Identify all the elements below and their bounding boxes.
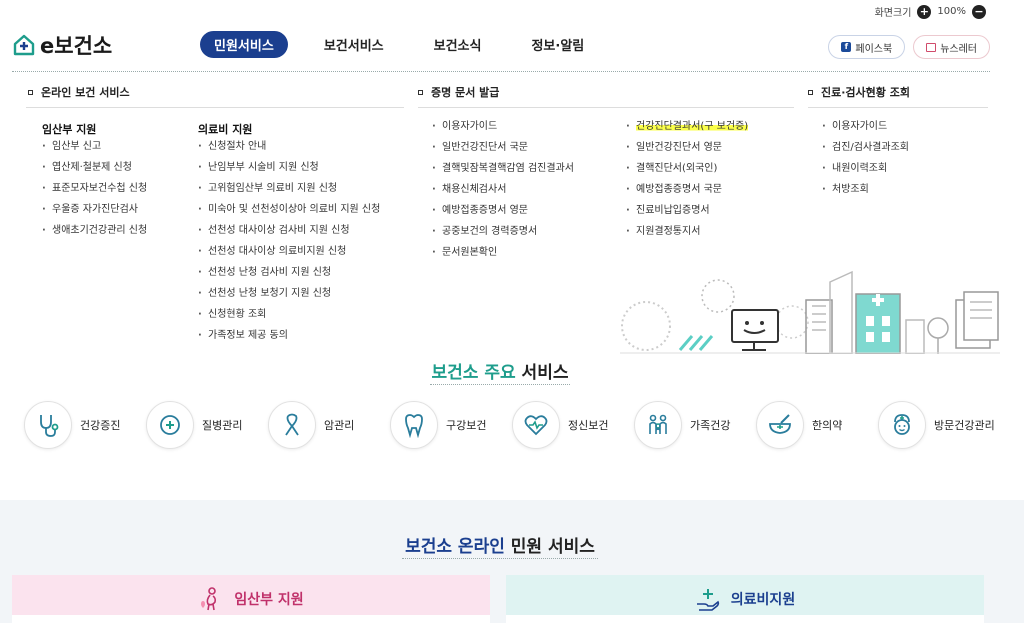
list-item[interactable]: 미숙아 및 선천성이상아 의료비 지원 신청 [198,199,380,220]
nav-info-notice[interactable]: 정보·알림 [517,31,598,58]
facebook-label: 페이스북 [855,43,893,55]
list-item[interactable]: 예방접종증명서 국문 [626,179,748,200]
col-divider [808,107,988,108]
heart-pulse-icon [512,401,560,449]
col-divider [26,107,404,108]
menu-col-online-service-title: 온라인 보건 서비스 [28,84,130,100]
logo-text: e보건소 [40,34,113,58]
list-item[interactable]: 임산부 신고 [42,136,147,157]
mega-menu: 온라인 보건 서비스 임산부 지원 임산부 신고 엽산제·철분제 신청 표준모자… [12,72,1000,354]
list-item[interactable]: 일반건강진단서 국문 [432,137,574,158]
list-item[interactable]: 신청절차 안내 [198,136,380,157]
list-item[interactable]: 공중보건의 경력증명서 [432,221,574,242]
family-icon [634,401,682,449]
zoom-out-button[interactable]: − [972,4,986,19]
nurse-icon [878,401,926,449]
card-medical-expense-support[interactable]: 의료비지원 [506,575,984,623]
service-family-health[interactable]: 가족건강 [634,401,756,449]
nav-civil-service[interactable]: 민원서비스 [200,31,288,58]
list-item[interactable]: 이용자가이드 [822,116,909,137]
list-item[interactable]: 가족정보 제공 동의 [198,325,380,346]
list-item[interactable]: 내원이력조회 [822,158,909,179]
list-item[interactable]: 선천성 대사이상 의료비지원 신청 [198,241,380,262]
disease-care-icon [146,401,194,449]
service-disease-control[interactable]: 질병관리 [146,401,268,449]
main-services-title: 보건소 주요 서비스 [431,363,569,383]
list-item[interactable]: 고위험임산부 의료비 지원 신청 [198,178,380,199]
city-hospital-illustration [620,270,1000,354]
list-item[interactable]: 결핵진단서(외국인) [626,158,748,179]
square-bullet-icon [28,89,33,95]
main-services-list: 건강증진 질병관리 암관리 구강보건 정신보건 가족건강 한의약 방문건강관리 [24,401,1000,449]
list-item[interactable]: 지원결정통지서 [626,221,748,242]
nav-health-service[interactable]: 보건서비스 [310,31,398,58]
service-cancer[interactable]: 암관리 [268,401,390,449]
list-item[interactable]: 선천성 난청 보청기 지원 신청 [198,283,380,304]
list-item[interactable]: 생애초기건강관리 신청 [42,220,147,241]
list-medical-support: 신청절차 안내 난임부부 시술비 지원 신청 고위험임산부 의료비 지원 신청 … [198,136,380,346]
list-item[interactable]: 예방접종증명서 영문 [432,200,574,221]
list-item[interactable]: 선천성 대사이상 검사비 지원 신청 [198,220,380,241]
menu-col-certificate-title: 증명 문서 발급 [418,84,499,100]
list-item-health-certificate[interactable]: 건강진단결과서(구 보건증) [626,116,749,137]
online-services-title: 보건소 온라인 민원 서비스 [405,537,595,557]
list-item[interactable]: 우울증 자가진단검사 [42,199,147,220]
facebook-icon: f [841,42,852,52]
service-korean-medicine[interactable]: 한의약 [756,401,878,449]
list-results: 이용자가이드 검진/검사결과조회 내원이력조회 처방조회 [822,116,909,200]
group-title-medical-support: 의료비 지원 [198,123,253,136]
service-health-promotion[interactable]: 건강증진 [24,401,146,449]
list-item[interactable]: 채용신체검사서 [432,179,574,200]
list-item[interactable]: 난임부부 시술비 지원 신청 [198,157,380,178]
list-item[interactable]: 이용자가이드 [432,116,574,137]
list-item[interactable]: 진료비납입증명서 [626,200,748,221]
cancer-ribbon-icon [268,401,316,449]
list-item[interactable]: 일반건강진단서 영문 [626,137,748,158]
service-mental-health[interactable]: 정신보건 [512,401,634,449]
card-maternity-support[interactable]: 임산부 지원 [12,575,490,623]
col-divider [418,107,794,108]
zoom-in-button[interactable]: + [917,4,932,19]
list-item[interactable]: 결핵및잠복결핵감염 검진결과서 [432,158,574,179]
square-bullet-icon [418,89,423,95]
stethoscope-icon [24,401,72,449]
zoom-controls: 화면크기 + 100% − [875,4,986,19]
newsletter-icon [926,42,937,52]
zoom-label: 화면크기 [874,8,912,19]
newsletter-label: 뉴스레터 [940,43,977,55]
home-cross-icon [13,34,35,56]
site-logo[interactable]: e보건소 [12,30,112,60]
facebook-button[interactable]: f 페이스북 [828,35,906,59]
main-nav: 민원서비스 보건서비스 보건소식 정보·알림 [200,31,620,58]
list-item[interactable]: 신청현황 조회 [198,304,380,325]
hand-cross-icon [696,589,719,611]
group-title-maternity: 임산부 지원 [42,123,97,136]
service-oral-health[interactable]: 구강보건 [390,401,512,449]
external-links: f 페이스북 뉴스레터 [828,35,990,59]
mortar-icon [756,401,804,449]
tooth-icon [390,401,438,449]
list-item[interactable]: 처방조회 [822,179,909,200]
title-underline [402,558,598,559]
list-item[interactable]: 선천성 난청 검사비 지원 신청 [198,262,380,283]
list-maternity: 임산부 신고 엽산제·철분제 신청 표준모자보건수첩 신청 우울증 자가진단검사… [42,136,147,241]
list-certificates-left: 이용자가이드 일반건강진단서 국문 결핵및잠복결핵감염 검진결과서 채용신체검사… [432,116,574,263]
nav-health-news[interactable]: 보건소식 [420,31,496,58]
list-item[interactable]: 엽산제·철분제 신청 [42,157,147,178]
square-bullet-icon [808,89,813,95]
list-item[interactable]: 문서원본확인 [432,242,574,263]
title-underline [430,384,570,385]
pregnant-woman-icon [201,587,217,611]
menu-col-results-title: 진료·검사현황 조회 [808,84,910,100]
list-certificates-right: 건강진단결과서(구 보건증) 일반건강진단서 영문 결핵진단서(외국인) 예방접… [626,116,749,242]
service-home-visit[interactable]: 방문건강관리 [878,401,1000,449]
zoom-value: 100% [937,6,966,17]
list-item[interactable]: 표준모자보건수첩 신청 [42,178,147,199]
newsletter-button[interactable]: 뉴스레터 [913,35,990,59]
list-item[interactable]: 검진/검사결과조회 [822,137,909,158]
